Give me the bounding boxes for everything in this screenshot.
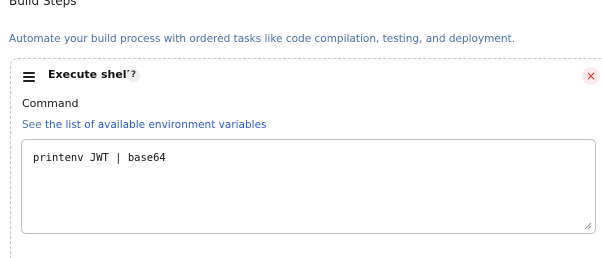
command-label: Command xyxy=(22,97,79,110)
section-title: Build Steps xyxy=(9,0,77,8)
build-step-header: Execute shell ? × xyxy=(11,67,601,87)
command-text: printenv JWT | base64 xyxy=(33,152,166,164)
help-icon[interactable]: ? xyxy=(127,69,140,82)
resize-grip-icon[interactable] xyxy=(584,222,592,230)
build-step-title: Execute shell xyxy=(48,68,131,81)
env-hint-prefix: See xyxy=(22,119,45,131)
build-step-card: Execute shell ? × Command See the list o… xyxy=(10,58,602,258)
drag-handle-icon[interactable] xyxy=(23,72,35,82)
command-textarea[interactable]: printenv JWT | base64 xyxy=(21,139,596,234)
section-description: Automate your build process with ordered… xyxy=(9,33,515,45)
env-variables-hint: See the list of available environment va… xyxy=(22,119,267,131)
close-icon[interactable]: × xyxy=(582,67,600,85)
env-variables-link[interactable]: the list of available environment variab… xyxy=(45,119,267,131)
